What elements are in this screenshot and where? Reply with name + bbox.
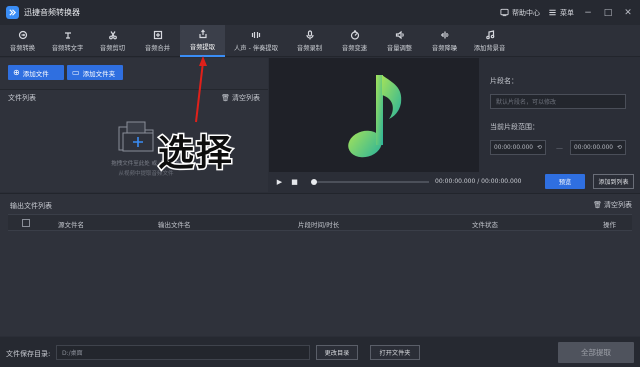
tab-label: 音频变速 (341, 45, 368, 52)
change-directory-button[interactable]: 更改目录 (316, 345, 358, 360)
open-folder-button[interactable]: 打开文件夹 (370, 345, 420, 360)
add-folder-icon (118, 121, 154, 152)
segment-range-label: 当前片段范围： (490, 123, 539, 131)
tab-audio-merge[interactable]: 音频合并 (135, 25, 180, 57)
file-list-header: 文件列表 🗑 清空列表 (0, 89, 268, 105)
clear-list-label: 清空列表 (232, 93, 260, 102)
add-to-list-button[interactable]: 添加到列表 (593, 174, 634, 189)
time-display: 00:00:00.000 / 00:00:00.000 (435, 178, 522, 185)
microphone-icon (305, 30, 314, 40)
column-segment-time: 片段时间/时长 (298, 221, 340, 229)
reset-icon[interactable]: ⟲ (617, 145, 622, 151)
tab-audio-cut[interactable]: 音频剪切 (90, 25, 135, 57)
tab-label: 添加背景音 (473, 45, 506, 52)
tab-add-background-music[interactable]: 添加背景音 (467, 25, 512, 57)
segment-name-input[interactable]: 默认片段名，可以修改 (490, 94, 626, 109)
help-center-button[interactable]: 帮助中心 (500, 8, 540, 18)
tab-label: 音频录制 (296, 45, 323, 52)
output-list-title: 输出文件列表 (10, 202, 52, 210)
speed-icon (350, 30, 359, 40)
clear-file-list-button[interactable]: 🗑 清空列表 (221, 93, 260, 103)
progress-track[interactable] (311, 179, 429, 185)
footer-bar: 文件保存目录: D:/桌面 更改目录 打开文件夹 全部提取 (0, 337, 640, 367)
convert-icon (18, 30, 27, 40)
close-button[interactable]: ✕ (622, 7, 634, 19)
clear-output-list-button[interactable]: 🗑 清空列表 (593, 200, 632, 210)
segment-name-label: 片段名： (490, 77, 518, 85)
trash-icon: 🗑 (593, 201, 602, 209)
file-list-title: 文件列表 (8, 93, 36, 102)
add-folder-label: 添加文件夹 (82, 69, 116, 78)
help-icon (500, 8, 509, 17)
range-separator: — (556, 144, 563, 152)
add-file-button[interactable]: ⊕ 添加文件 (8, 65, 64, 80)
start-time-input[interactable]: 00:00:00.000 ⟲ (490, 140, 546, 155)
segment-panel: 片段名： 默认片段名，可以修改 当前片段范围： 00:00:00.000 ⟲ —… (480, 58, 640, 172)
merge-icon (153, 30, 162, 40)
column-output-name: 输出文件名 (158, 221, 191, 229)
column-source-name: 源文件名 (58, 221, 84, 229)
tab-label: 音频合并 (144, 45, 171, 52)
scissors-icon (108, 31, 117, 40)
progress-handle[interactable] (311, 179, 317, 185)
stop-button[interactable]: ■ (290, 178, 299, 187)
preview-button[interactable]: 预览 (545, 174, 585, 189)
plus-icon: ⊕ (13, 68, 20, 77)
tab-label: 音频剪切 (99, 45, 126, 52)
menu-label: 菜单 (560, 8, 574, 17)
reset-icon[interactable]: ⟲ (537, 145, 542, 151)
tab-audio-denoise[interactable]: 音频降噪 (422, 25, 467, 57)
trash-icon: 🗑 (221, 93, 230, 102)
music-note-icon (348, 75, 402, 158)
save-directory-label: 文件保存目录: (6, 350, 51, 358)
folder-icon: ▭ (72, 68, 80, 77)
vocal-icon (251, 32, 261, 38)
title-bar: 迅捷音频转换器 帮助中心 菜单 − □ ✕ (0, 0, 640, 25)
tab-label: 音频转文字 (51, 45, 84, 52)
column-actions: 操作 (603, 221, 616, 229)
tab-label: 音频转换 (9, 45, 36, 52)
menu-icon (549, 9, 556, 16)
extract-icon (198, 29, 207, 39)
save-directory-input[interactable]: D:/桌面 (56, 345, 310, 360)
menu-button[interactable]: 菜单 (548, 8, 574, 18)
tab-audio-speed[interactable]: 音频变速 (332, 25, 377, 57)
tab-vocal-extract[interactable]: 人声 - 伴奏提取 (225, 25, 287, 57)
tab-volume-adjust[interactable]: 音量调整 (377, 25, 422, 57)
volume-icon (395, 30, 404, 40)
end-time-input[interactable]: 00:00:00.000 ⟲ (570, 140, 626, 155)
tab-label: 音频提取 (189, 44, 216, 51)
app-logo-icon (6, 6, 19, 19)
select-all-checkbox[interactable] (22, 219, 30, 227)
column-file-status: 文件状态 (472, 221, 498, 229)
app-title: 迅捷音频转换器 (24, 8, 80, 17)
tab-audio-extract[interactable]: 音频提取 (180, 25, 225, 57)
tab-label: 音频降噪 (431, 45, 458, 52)
tab-audio-to-text[interactable]: 音频转文字 (45, 25, 90, 57)
play-button[interactable]: ▶ (275, 178, 284, 187)
tab-audio-record[interactable]: 音频录制 (287, 25, 332, 57)
help-center-label: 帮助中心 (512, 8, 540, 17)
player-controls: ▶ ■ 00:00:00.000 / 00:00:00.000 预览 添加到列表 (269, 172, 640, 192)
output-list-panel: 输出文件列表 🗑 清空列表 源文件名 输出文件名 片段时间/时长 文件状态 操作 (0, 193, 640, 336)
add-folder-button[interactable]: ▭ 添加文件夹 (67, 65, 123, 80)
denoise-icon (440, 31, 449, 39)
clear-list-label: 清空列表 (604, 201, 632, 209)
feature-toolbar: 音频转换 音频转文字 音频剪切 音频合并 音频提取 人声 - 伴奏提取 音频录制… (0, 25, 640, 57)
output-table-header: 源文件名 输出文件名 片段时间/时长 文件状态 操作 (8, 214, 632, 231)
tab-label: 人声 - 伴奏提取 (233, 45, 279, 52)
maximize-button[interactable]: □ (602, 7, 614, 19)
end-time-value: 00:00:00.000 (574, 144, 613, 151)
tab-label: 音量调整 (386, 45, 413, 52)
background-music-icon (485, 30, 494, 40)
minimize-button[interactable]: − (582, 7, 594, 19)
start-time-value: 00:00:00.000 (494, 144, 533, 151)
tab-audio-convert[interactable]: 音频转换 (0, 25, 45, 57)
extract-all-button[interactable]: 全部提取 (558, 342, 634, 363)
add-file-label: 添加文件 (22, 69, 49, 78)
annotation-text: 选择 (156, 132, 235, 176)
speech-to-text-icon (64, 32, 71, 39)
